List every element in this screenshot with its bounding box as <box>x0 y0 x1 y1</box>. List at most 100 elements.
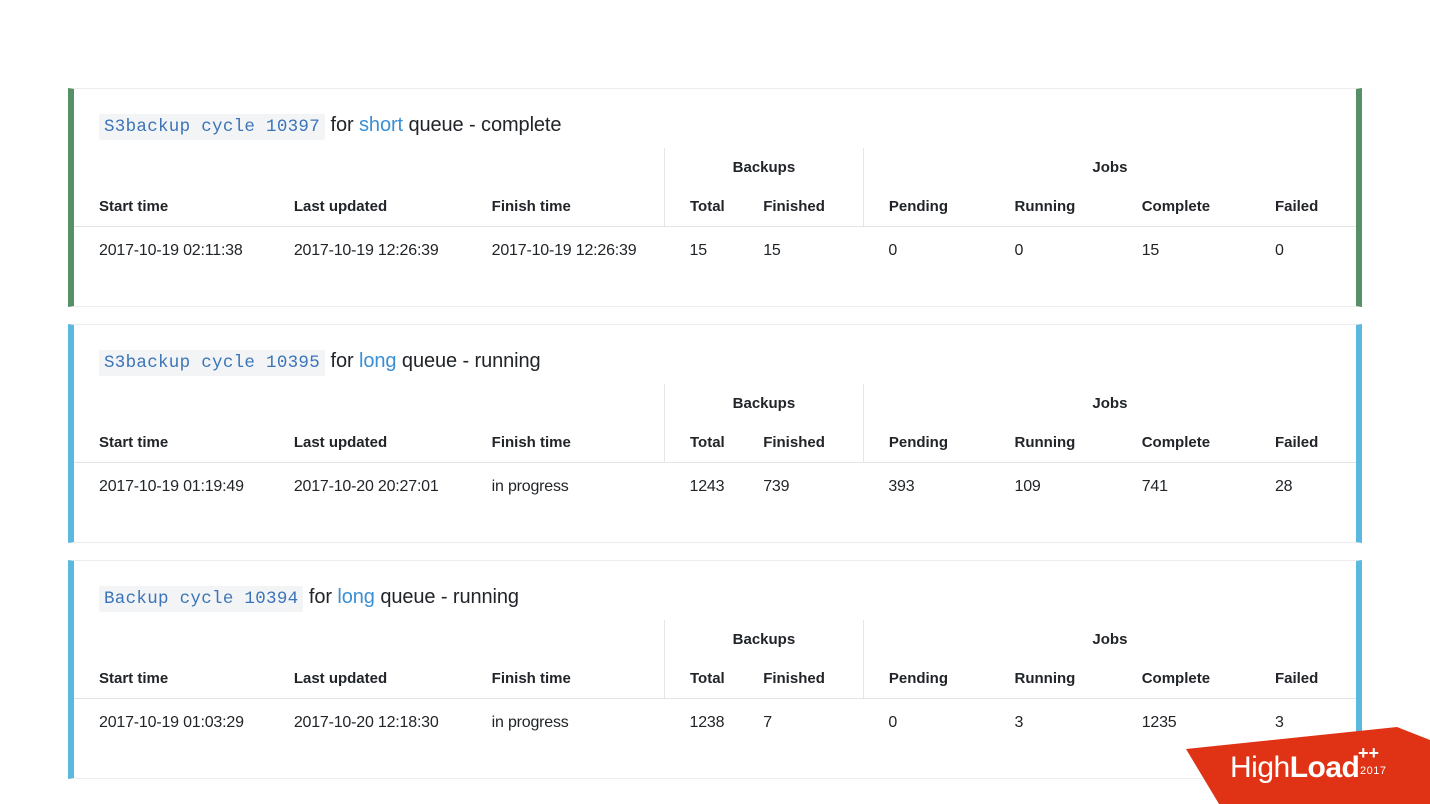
logo-year: 2017 <box>1360 765 1387 777</box>
table-row: 2017-10-19 01:03:29 2017-10-20 12:18:30 in… <box>74 699 1356 747</box>
cycle-code-link[interactable]: Backup cycle 10394 <box>99 586 304 612</box>
column-header-complete[interactable]: Complete <box>1116 422 1250 463</box>
column-header-failed[interactable]: Failed <box>1249 658 1356 699</box>
card-footer-spacer <box>74 510 1356 542</box>
table-header-row: Start time Last updated Finish time Total Fi… <box>74 658 1356 699</box>
column-header-finish-time[interactable]: Finish time <box>466 422 665 463</box>
table-group-header-row: Backups Jobs <box>74 384 1356 422</box>
group-header-jobs: Jobs <box>862 148 1356 186</box>
cell-jobs-running: 109 <box>1014 477 1041 495</box>
cell-backups-finished: 739 <box>763 477 790 495</box>
column-header-last-updated[interactable]: Last updated <box>268 186 467 227</box>
column-header-finish-time[interactable]: Finish time <box>466 186 665 227</box>
card-title-for: for <box>308 586 332 608</box>
card-title: Backup cycle 10394 for long queue - runn… <box>74 561 1356 612</box>
group-header-backups: Backups <box>664 620 864 658</box>
cycle-stats-table: Backups Jobs Start time Last updated Finish … <box>74 620 1356 746</box>
column-header-total[interactable]: Total <box>664 422 739 463</box>
cell-finish-time: 2017-10-19 12:26:39 <box>491 241 637 259</box>
column-header-pending[interactable]: Pending <box>862 422 990 463</box>
column-header-start-time[interactable]: Start time <box>74 186 269 227</box>
column-header-pending[interactable]: Pending <box>862 658 990 699</box>
table-row: 2017-10-19 02:11:38 2017-10-19 12:26:39 20… <box>74 227 1356 275</box>
column-header-failed[interactable]: Failed <box>1249 422 1356 463</box>
group-header-spacer <box>74 384 665 422</box>
card-title-for: for <box>330 114 354 136</box>
cell-start-time: 2017-10-19 01:03:29 <box>99 713 244 731</box>
cell-jobs-failed: 28 <box>1274 477 1293 495</box>
cell-jobs-running: 0 <box>1014 241 1024 259</box>
column-header-complete[interactable]: Complete <box>1116 658 1250 699</box>
column-header-start-time[interactable]: Start time <box>74 422 269 463</box>
column-header-running[interactable]: Running <box>989 658 1117 699</box>
cell-backups-total: 1238 <box>689 713 725 731</box>
column-header-failed[interactable]: Failed <box>1249 186 1356 227</box>
logo-word-load: Load <box>1289 751 1360 784</box>
card-title-for: for <box>330 350 354 372</box>
cell-start-time: 2017-10-19 02:11:38 <box>99 241 243 259</box>
cell-backups-finished: 15 <box>763 241 781 259</box>
cell-backups-total: 15 <box>689 241 708 259</box>
column-header-running[interactable]: Running <box>989 186 1117 227</box>
cell-last-updated: 2017-10-20 20:27:01 <box>293 477 439 495</box>
card-footer-spacer <box>74 274 1356 306</box>
cell-finish-time: in progress <box>491 713 569 731</box>
group-header-backups: Backups <box>664 148 864 186</box>
table-group-header-row: Backups Jobs <box>74 148 1356 186</box>
cell-jobs-complete: 15 <box>1141 241 1160 259</box>
group-header-jobs: Jobs <box>862 384 1356 422</box>
column-header-finished[interactable]: Finished <box>738 658 864 699</box>
cell-last-updated: 2017-10-19 12:26:39 <box>293 241 439 259</box>
cycle-stats-table: Backups Jobs Start time Last updated Finish … <box>74 148 1356 274</box>
cell-jobs-running: 3 <box>1014 713 1024 731</box>
column-header-last-updated[interactable]: Last updated <box>268 422 467 463</box>
table-header-row: Start time Last updated Finish time Total Fi… <box>74 186 1356 227</box>
column-header-finished[interactable]: Finished <box>738 186 864 227</box>
table-row: 2017-10-19 01:19:49 2017-10-20 20:27:01 in… <box>74 463 1356 511</box>
group-header-spacer <box>74 620 665 658</box>
logo-wordmark: HighLoad <box>1230 751 1360 784</box>
logo-word-high: High <box>1230 751 1290 784</box>
cycle-code-link[interactable]: S3backup cycle 10395 <box>99 350 326 376</box>
column-header-running[interactable]: Running <box>989 422 1117 463</box>
card-title: S3backup cycle 10395 for long queue - ru… <box>74 325 1356 376</box>
cell-start-time: 2017-10-19 01:19:49 <box>99 477 244 495</box>
queue-link[interactable]: short <box>359 114 403 136</box>
column-header-total[interactable]: Total <box>664 186 739 227</box>
cycle-code-link[interactable]: S3backup cycle 10397 <box>99 114 326 140</box>
backup-cycle-card-list: S3backup cycle 10397 for short queue - c… <box>68 88 1362 796</box>
column-header-finish-time[interactable]: Finish time <box>466 658 665 699</box>
cell-backups-total: 1243 <box>689 477 725 495</box>
queue-link[interactable]: long <box>337 586 375 608</box>
group-header-backups: Backups <box>664 384 864 422</box>
backup-cycle-card: Backup cycle 10394 for long queue - runn… <box>68 560 1362 779</box>
cycle-stats-table: Backups Jobs Start time Last updated Finish … <box>74 384 1356 510</box>
card-title-suffix: queue - running <box>380 586 519 608</box>
card-footer-spacer <box>74 746 1356 778</box>
cell-finish-time: in progress <box>491 477 569 495</box>
highload-logo: HighLoad ++ 2017 <box>1186 727 1430 804</box>
cell-last-updated: 2017-10-20 12:18:30 <box>293 713 439 731</box>
group-header-spacer <box>74 148 665 186</box>
card-title-suffix: queue - complete <box>408 114 562 136</box>
group-header-jobs: Jobs <box>862 620 1356 658</box>
cell-jobs-complete: 741 <box>1141 477 1168 495</box>
backup-cycle-card: S3backup cycle 10395 for long queue - ru… <box>68 324 1362 543</box>
cell-backups-finished: 7 <box>763 713 772 731</box>
table-group-header-row: Backups Jobs <box>74 620 1356 658</box>
column-header-pending[interactable]: Pending <box>862 186 990 227</box>
column-header-last-updated[interactable]: Last updated <box>268 658 467 699</box>
queue-link[interactable]: long <box>359 350 397 372</box>
cell-jobs-pending: 0 <box>888 713 898 731</box>
column-header-total[interactable]: Total <box>664 658 739 699</box>
column-header-finished[interactable]: Finished <box>738 422 864 463</box>
backup-cycle-card: S3backup cycle 10397 for short queue - c… <box>68 88 1362 307</box>
column-header-start-time[interactable]: Start time <box>74 658 269 699</box>
cell-jobs-failed: 0 <box>1274 241 1284 259</box>
card-title-suffix: queue - running <box>401 350 541 372</box>
card-title: S3backup cycle 10397 for short queue - c… <box>74 89 1356 140</box>
table-header-row: Start time Last updated Finish time Total Fi… <box>74 422 1356 463</box>
cell-jobs-pending: 0 <box>888 241 898 259</box>
column-header-complete[interactable]: Complete <box>1116 186 1250 227</box>
logo-plusplus: ++ <box>1358 743 1380 763</box>
